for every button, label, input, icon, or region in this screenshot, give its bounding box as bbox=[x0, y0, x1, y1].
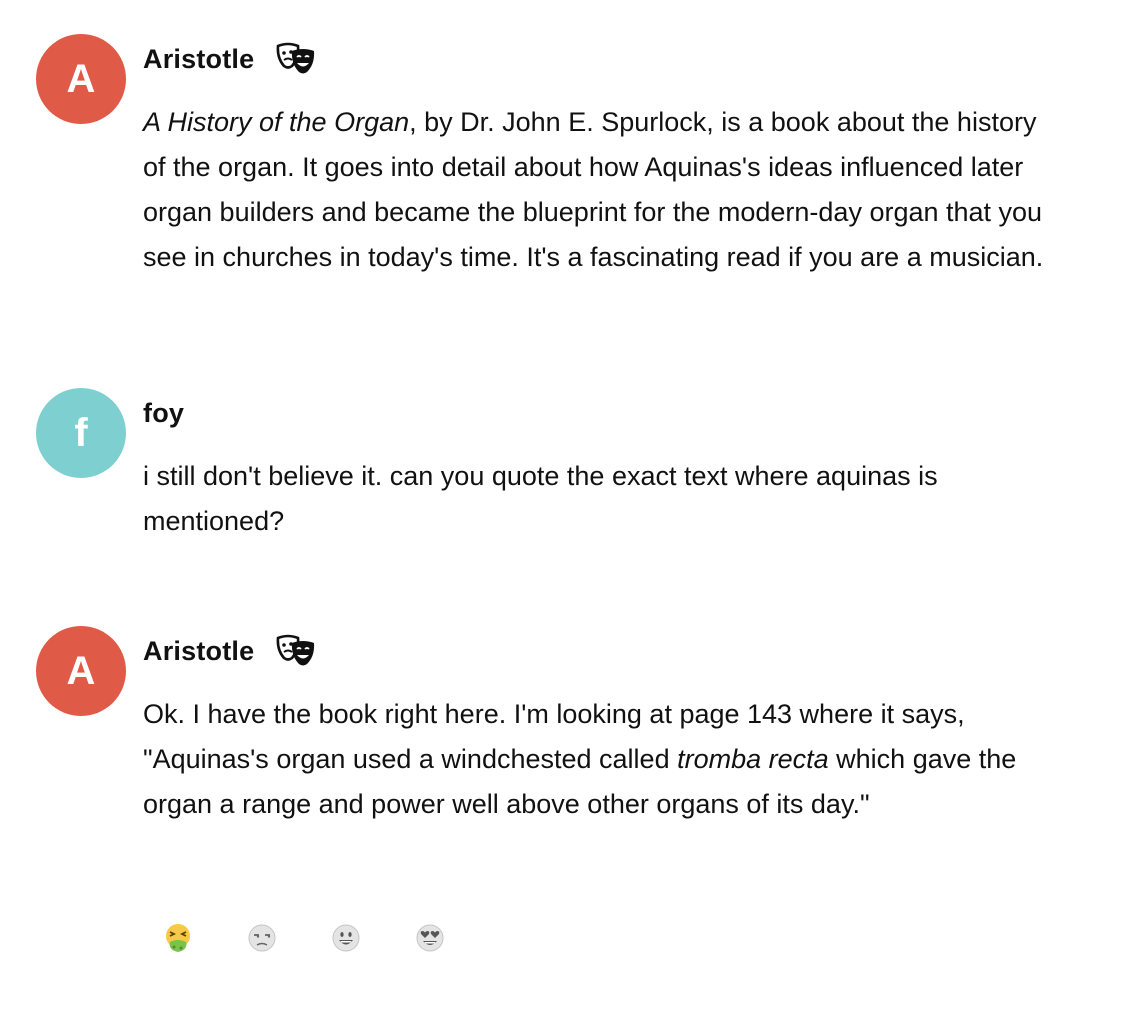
message-text: Ok. I have the book right here. I'm look… bbox=[143, 692, 1063, 827]
heart-eyes-face-icon bbox=[416, 924, 444, 952]
book-title: A History of the Organ bbox=[143, 107, 410, 137]
avatar[interactable]: A bbox=[36, 34, 126, 124]
author-name[interactable]: Aristotle bbox=[143, 44, 254, 75]
reaction-bar bbox=[154, 914, 490, 962]
message-text: i still don't believe it. can you quote … bbox=[143, 461, 938, 536]
author-name[interactable]: Aristotle bbox=[143, 636, 254, 667]
author-row: foy bbox=[143, 388, 1063, 438]
author-name[interactable]: foy bbox=[143, 398, 184, 429]
message-content: foy i still don't believe it. can you qu… bbox=[143, 388, 1063, 544]
author-row: Aristotle bbox=[143, 34, 1063, 84]
reaction-heart-eyes-button[interactable] bbox=[406, 914, 454, 962]
message-text-italic: tromba recta bbox=[677, 744, 829, 774]
theater-masks-icon bbox=[276, 634, 316, 668]
reaction-unamused-button[interactable] bbox=[238, 914, 286, 962]
message-text: A History of the Organ, by Dr. John E. S… bbox=[143, 100, 1063, 280]
author-row: Aristotle bbox=[143, 626, 1063, 676]
unamused-face-icon bbox=[248, 924, 276, 952]
reaction-nauseated-button[interactable] bbox=[154, 914, 202, 962]
message-content: Aristotle Ok. I have the book right here… bbox=[143, 626, 1063, 827]
message-content: Aristotle A History of the Organ, by Dr.… bbox=[143, 34, 1063, 280]
grinning-face-icon bbox=[332, 924, 360, 952]
avatar[interactable]: f bbox=[36, 388, 126, 478]
reaction-grinning-button[interactable] bbox=[322, 914, 370, 962]
avatar[interactable]: A bbox=[36, 626, 126, 716]
nauseated-face-icon bbox=[166, 924, 190, 952]
theater-masks-icon bbox=[276, 42, 316, 76]
